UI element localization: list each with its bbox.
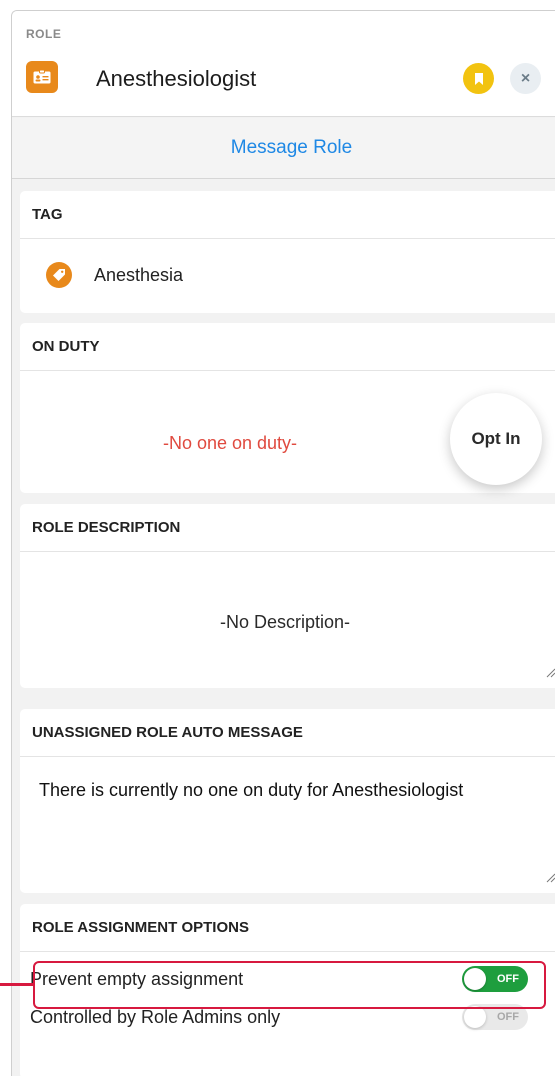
tag-card: TAG Anesthesia	[20, 191, 555, 313]
close-glyph: ×	[520, 69, 531, 87]
message-role-button[interactable]: Message Role	[12, 118, 555, 179]
role-admins-only-label: Controlled by Role Admins only	[30, 1006, 281, 1027]
no-one-on-duty-text: -No one on duty-	[162, 433, 298, 453]
role-description-title: ROLE DESCRIPTION	[20, 504, 555, 552]
assignment-options-title: ROLE ASSIGNMENT OPTIONS	[20, 904, 555, 952]
on-duty-card-title: ON DUTY	[20, 323, 555, 371]
auto-message-text[interactable]: There is currently no one on duty for An…	[39, 780, 463, 801]
role-panel: ROLE Anesthesiologist × Message Role TAG	[11, 10, 555, 1076]
message-role-label: Message Role	[230, 137, 353, 158]
highlight-box	[33, 961, 546, 1009]
highlight-pointer-line	[0, 983, 33, 986]
role-description-card: ROLE DESCRIPTION -No Description-	[20, 504, 555, 688]
resize-handle-icon[interactable]	[546, 873, 555, 883]
toggle-knob	[464, 1006, 486, 1028]
tag-item[interactable]: Anesthesia	[46, 262, 183, 288]
resize-handle-icon[interactable]	[546, 668, 555, 678]
id-card-icon	[26, 61, 58, 93]
toggle-state-text: OFF	[497, 1011, 519, 1023]
auto-message-title: UNASSIGNED ROLE AUTO MESSAGE	[20, 709, 555, 757]
tag-card-title: TAG	[20, 191, 555, 239]
bookmark-icon[interactable]	[463, 63, 494, 94]
role-title: Anesthesiologist	[96, 66, 257, 91]
tag-icon	[46, 262, 72, 288]
role-header: ROLE Anesthesiologist ×	[12, 11, 555, 117]
tag-label: Anesthesia	[94, 264, 184, 285]
role-kicker: ROLE	[26, 27, 62, 41]
close-icon[interactable]: ×	[510, 63, 541, 94]
auto-message-card: UNASSIGNED ROLE AUTO MESSAGE There is cu…	[20, 709, 555, 893]
role-description-text[interactable]: -No Description-	[20, 612, 555, 633]
opt-in-button[interactable]: Opt In	[450, 393, 542, 485]
on-duty-card: ON DUTY -No one on duty- Opt In	[20, 323, 555, 493]
